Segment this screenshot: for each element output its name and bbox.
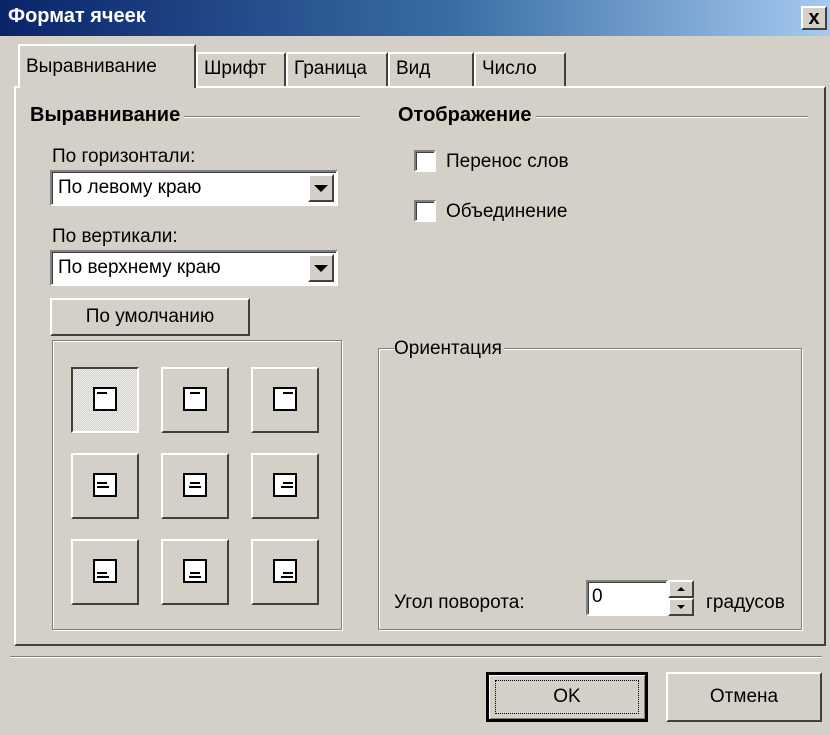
alignment-heading: Выравнивание bbox=[30, 104, 185, 127]
close-button[interactable]: x bbox=[801, 6, 827, 30]
window-title: Формат ячеек bbox=[8, 5, 146, 27]
align-bottom-right-icon bbox=[273, 559, 297, 583]
align-bottom-center-icon bbox=[183, 559, 207, 583]
default-button[interactable]: По умолчанию bbox=[50, 298, 250, 336]
arrow-up-icon bbox=[677, 587, 685, 591]
align-middle-left-button[interactable] bbox=[71, 453, 139, 519]
tab-view[interactable]: Вид bbox=[388, 52, 474, 86]
chevron-down-icon bbox=[314, 264, 328, 272]
horizontal-dropdown-button[interactable] bbox=[308, 174, 334, 202]
display-heading: Отображение bbox=[398, 104, 536, 127]
tab-alignment[interactable]: Выравнивание bbox=[18, 44, 196, 88]
alignment-grid bbox=[52, 340, 342, 630]
cancel-button[interactable]: Отмена bbox=[666, 672, 822, 722]
align-top-left-icon bbox=[93, 387, 117, 411]
align-middle-left-icon bbox=[93, 473, 117, 497]
merge-cells-label[interactable]: Объединение bbox=[446, 201, 568, 223]
horizontal-select[interactable]: По левому краю bbox=[50, 170, 338, 206]
align-bottom-right-button[interactable] bbox=[251, 539, 319, 605]
active-tab-gap bbox=[20, 84, 194, 88]
horizontal-label: По горизонтали: bbox=[52, 146, 196, 167]
align-top-right-button[interactable] bbox=[251, 367, 319, 433]
ok-button[interactable]: OK bbox=[486, 672, 648, 722]
angle-input[interactable]: 0 bbox=[586, 580, 668, 616]
merge-cells-checkbox[interactable] bbox=[414, 200, 436, 222]
align-top-right-icon bbox=[273, 387, 297, 411]
angle-up-button[interactable] bbox=[668, 580, 694, 598]
angle-label: Угол поворота: bbox=[394, 592, 525, 613]
wrap-words-label[interactable]: Перенос слов bbox=[446, 151, 569, 173]
footer-separator bbox=[10, 656, 822, 658]
angle-down-button[interactable] bbox=[668, 598, 694, 616]
vertical-select[interactable]: По верхнему краю bbox=[50, 250, 338, 286]
tab-number[interactable]: Число bbox=[474, 52, 566, 86]
chevron-down-icon bbox=[314, 184, 328, 192]
align-top-center-icon bbox=[183, 387, 207, 411]
tab-border[interactable]: Граница bbox=[286, 52, 388, 86]
align-bottom-left-button[interactable] bbox=[71, 539, 139, 605]
tab-font[interactable]: Шрифт bbox=[196, 52, 286, 86]
orientation-heading: Ориентация bbox=[394, 338, 504, 360]
vertical-label: По вертикали: bbox=[52, 226, 178, 247]
align-bottom-center-button[interactable] bbox=[161, 539, 229, 605]
close-icon: x bbox=[808, 7, 820, 29]
align-middle-right-icon bbox=[273, 473, 297, 497]
arrow-down-icon bbox=[677, 605, 685, 609]
align-top-center-button[interactable] bbox=[161, 367, 229, 433]
align-bottom-left-icon bbox=[93, 559, 117, 583]
horizontal-select-value: По левому краю bbox=[58, 177, 202, 198]
angle-units-label: градусов bbox=[706, 592, 785, 613]
align-middle-center-icon bbox=[183, 473, 207, 497]
vertical-dropdown-button[interactable] bbox=[308, 254, 334, 282]
angle-value: 0 bbox=[592, 586, 603, 607]
vertical-select-value: По верхнему краю bbox=[58, 257, 221, 278]
align-middle-right-button[interactable] bbox=[251, 453, 319, 519]
wrap-words-checkbox[interactable] bbox=[414, 150, 436, 172]
align-middle-center-button[interactable] bbox=[161, 453, 229, 519]
focus-rect bbox=[495, 680, 639, 714]
align-top-left-button[interactable] bbox=[71, 367, 139, 433]
